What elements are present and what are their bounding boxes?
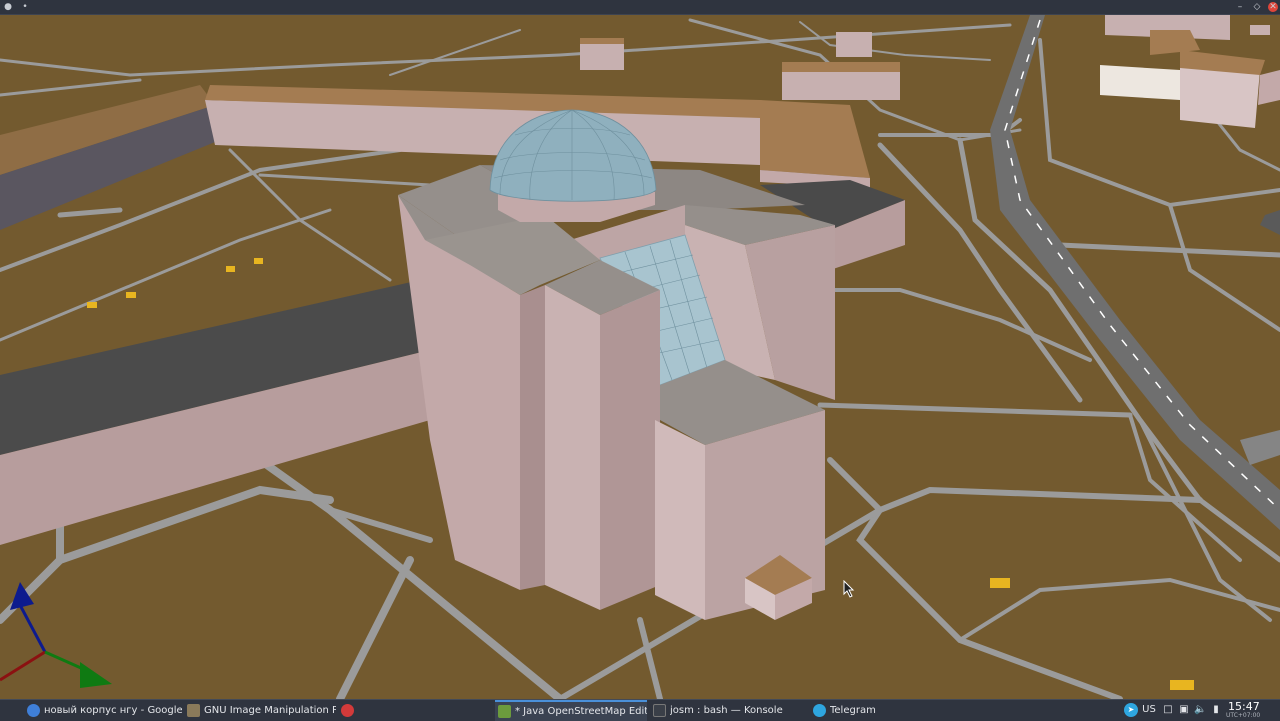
battery-icon[interactable]: ▮ <box>1210 703 1222 717</box>
maximize-button[interactable]: ◇ <box>1252 2 1262 12</box>
bench <box>87 302 97 308</box>
clock-timezone: UTC+07:00 <box>1226 712 1261 719</box>
bench <box>126 292 136 298</box>
3d-scene[interactable] <box>0 15 1280 699</box>
task-gimp[interactable]: GNU Image Manipulation Pr... <box>184 700 336 721</box>
josm-icon <box>498 705 511 718</box>
task-label: josm : bash — Konsole <box>670 705 783 716</box>
terminal-icon <box>653 704 666 717</box>
mouse-cursor-icon <box>843 580 855 598</box>
task-label: * Java OpenStreetMap Editor <box>515 706 647 717</box>
keyboard-layout[interactable]: US <box>1141 703 1157 717</box>
system-tray: ➤ US □ ▣ 🔈 ▮ 15:47 UTC+07:00 <box>1120 700 1280 721</box>
task-josm[interactable]: * Java OpenStreetMap Editor <box>495 700 647 721</box>
task-telegram[interactable]: Telegram <box>810 700 960 721</box>
josm-icon[interactable]: ● <box>3 2 13 12</box>
bench <box>1170 680 1194 690</box>
network-icon[interactable]: □ <box>1162 703 1174 717</box>
taskbar: новый корпус нгу - Google ... GNU Image … <box>0 699 1280 721</box>
bench <box>226 266 235 272</box>
app-red-icon <box>341 704 354 717</box>
task-app-red[interactable] <box>338 700 360 721</box>
clipboard-icon[interactable]: ▣ <box>1178 703 1190 717</box>
task-label: Telegram <box>830 705 876 716</box>
task-label: GNU Image Manipulation Pr... <box>204 705 336 716</box>
task-konsole[interactable]: josm : bash — Konsole <box>650 700 808 721</box>
telegram-tray-icon[interactable]: ➤ <box>1124 703 1138 717</box>
3d-viewport[interactable] <box>0 15 1280 699</box>
bench <box>990 578 1010 588</box>
telegram-icon <box>813 704 826 717</box>
close-button[interactable]: ✕ <box>1268 2 1278 12</box>
task-label: новый корпус нгу - Google ... <box>44 705 182 716</box>
task-chrome[interactable]: новый корпус нгу - Google ... <box>24 700 182 721</box>
bench <box>254 258 263 264</box>
pin-icon[interactable]: • <box>20 2 30 12</box>
gimp-icon <box>187 704 200 717</box>
volume-icon[interactable]: 🔈 <box>1194 703 1206 717</box>
minimize-button[interactable]: – <box>1235 2 1245 12</box>
chrome-icon <box>27 704 40 717</box>
window-titlebar: ● • – ◇ ✕ <box>0 0 1280 15</box>
